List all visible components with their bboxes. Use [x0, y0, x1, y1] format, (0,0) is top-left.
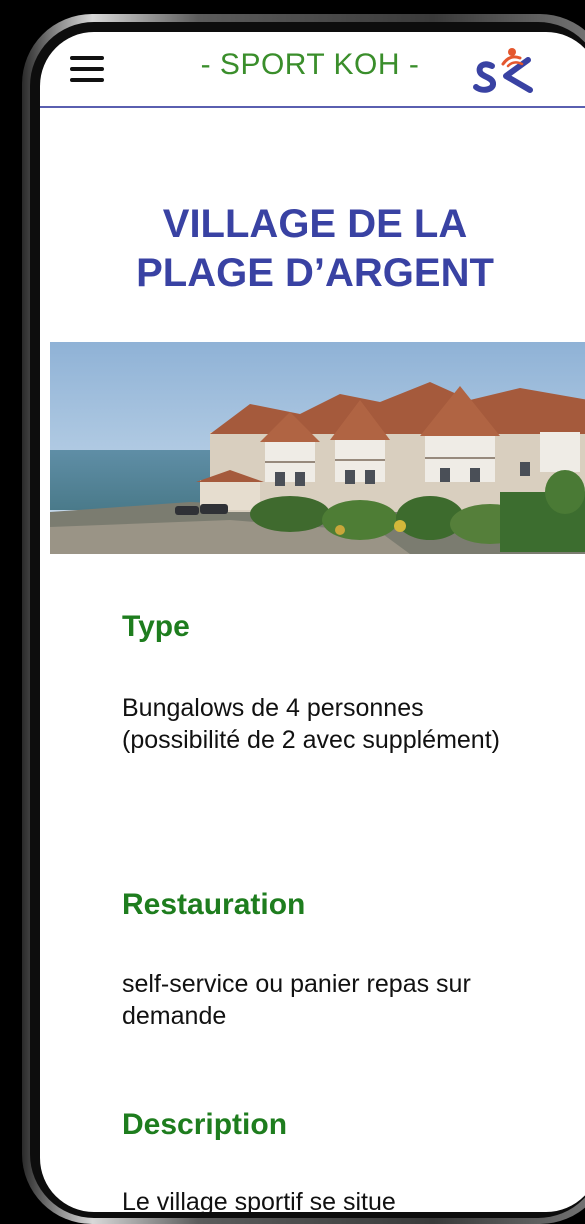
- type-text: Bungalows de 4 personnes (possibilité de…: [122, 694, 500, 754]
- page-title-line-2: PLAGE D’ARGENT: [136, 251, 494, 295]
- hamburger-menu-icon[interactable]: [70, 56, 104, 82]
- restauration-heading: Restauration: [122, 888, 306, 921]
- restauration-text: self-service ou panier repas sur demande: [122, 970, 471, 1030]
- type-heading: Type: [122, 610, 190, 643]
- device-stage: - SPORT KOH - VILLAGE DE LA PLAGE D’ARGE…: [0, 0, 585, 1224]
- phone-screen: - SPORT KOH - VILLAGE DE LA PLAGE D’ARGE…: [40, 32, 585, 1212]
- sk-logo-icon[interactable]: [470, 44, 540, 96]
- description-text: Le village sportif se situe: [122, 1188, 396, 1212]
- top-header: - SPORT KOH -: [40, 32, 585, 108]
- brand-title: - SPORT KOH -: [200, 48, 420, 81]
- village-photo: [50, 342, 585, 554]
- page-title-line-1: VILLAGE DE LA: [162, 202, 468, 246]
- page-title: VILLAGE DE LA PLAGE D’ARGENT: [80, 200, 550, 298]
- description-heading: Description: [122, 1108, 288, 1141]
